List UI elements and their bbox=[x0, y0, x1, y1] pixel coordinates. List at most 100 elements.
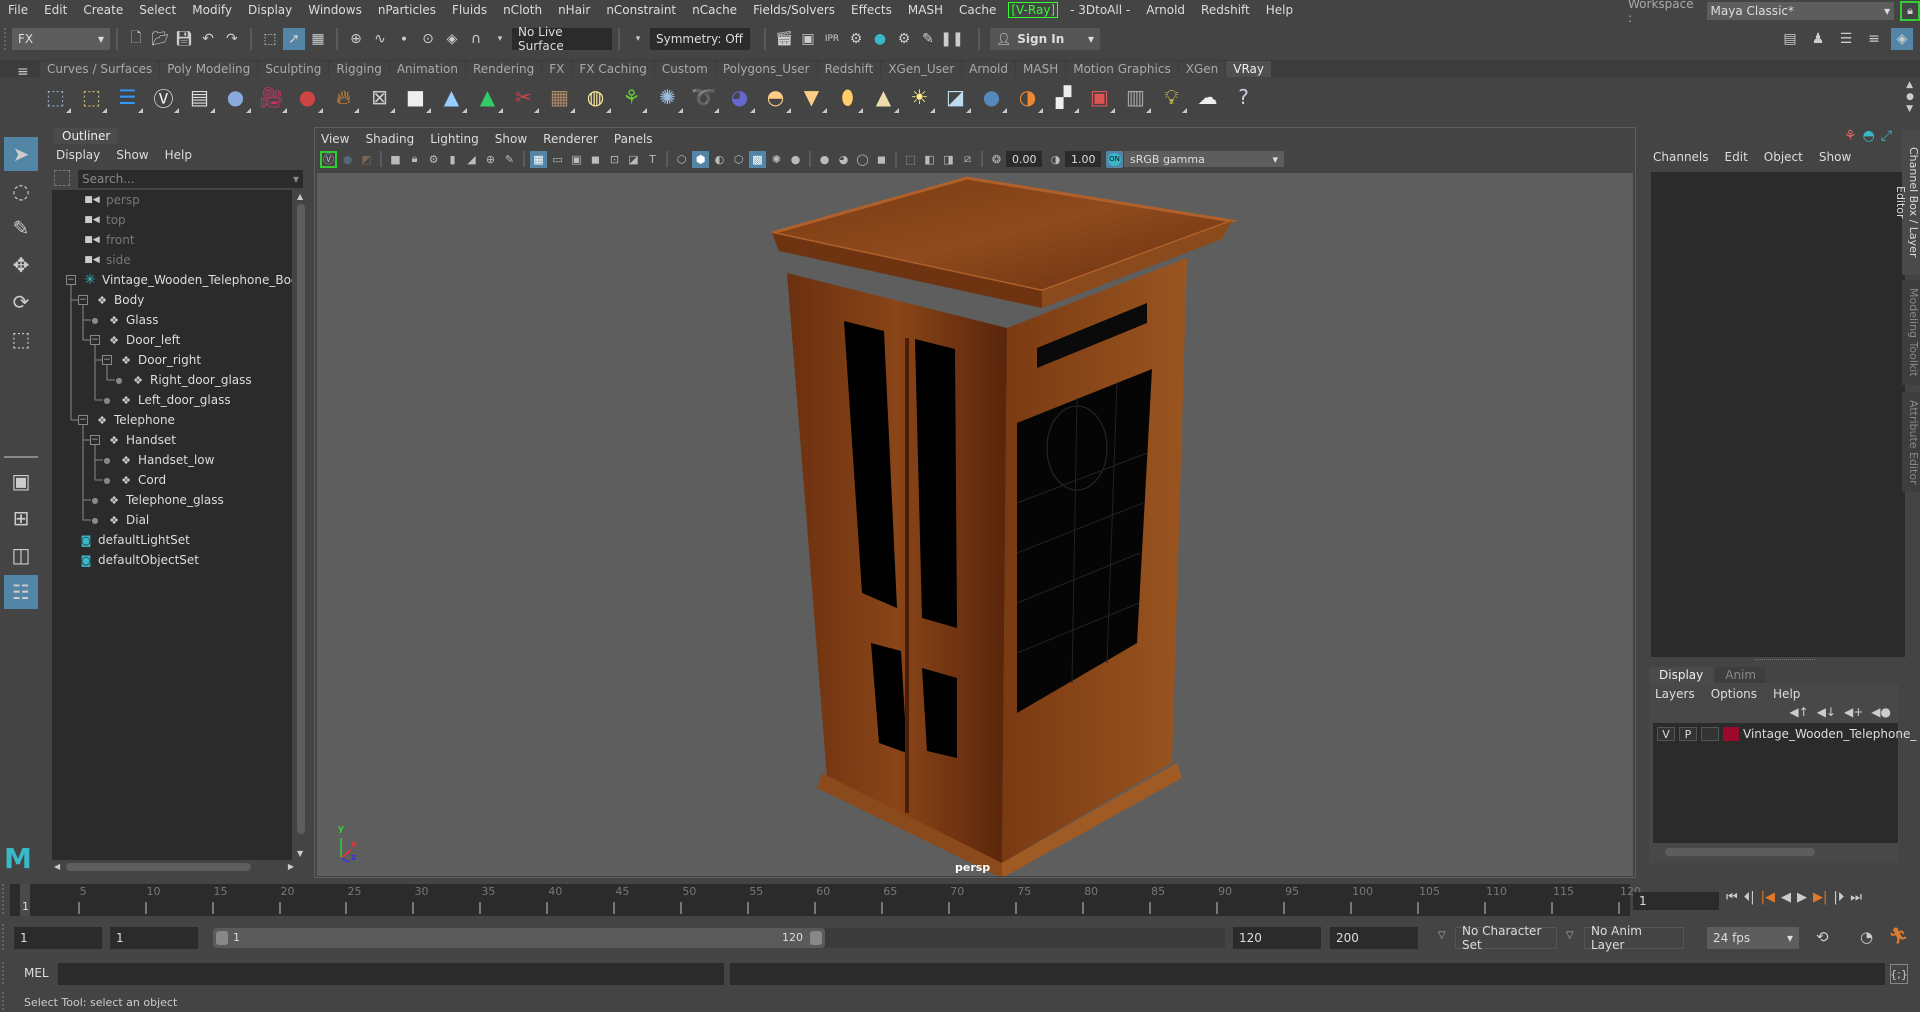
tab-attribute-editor[interactable]: Attribute Editor bbox=[1902, 392, 1920, 492]
vray-dome-light-icon[interactable]: ◍ bbox=[580, 82, 611, 113]
scroll-up-icon[interactable]: ▲ bbox=[1906, 79, 1914, 91]
shelf-tab-curves-surfaces[interactable]: Curves / Surfaces bbox=[40, 61, 160, 77]
shelf-tab-mash[interactable]: MASH bbox=[1016, 61, 1066, 77]
vray-plane-icon[interactable]: ◪ bbox=[940, 82, 971, 113]
sign-in-button[interactable]: 👤︎ Sign In ▾ bbox=[990, 28, 1100, 50]
safe-title-icon[interactable]: T bbox=[644, 151, 661, 168]
range-start-handle[interactable] bbox=[216, 931, 228, 945]
viewport-menu-view[interactable]: View bbox=[321, 132, 349, 146]
shelf-tab-polygons-user[interactable]: Polygons_User bbox=[715, 61, 817, 77]
toolbar-grip[interactable] bbox=[4, 28, 8, 50]
outliner-search-input[interactable]: Search... ▾ bbox=[78, 170, 303, 188]
scroll-thumb[interactable] bbox=[297, 204, 305, 834]
outliner-node[interactable]: ● ❖ Telephone_glass bbox=[90, 490, 224, 510]
outliner-node[interactable]: ■◀ front bbox=[82, 230, 134, 250]
viewport-menu-shading[interactable]: Shading bbox=[365, 132, 414, 146]
vray-rect-light-icon[interactable]: ◓ bbox=[760, 82, 791, 113]
menu-windows[interactable]: Windows bbox=[300, 3, 370, 17]
anim-layer-menu-icon[interactable]: ▽ bbox=[1566, 930, 1574, 941]
select-tool-icon[interactable]: ➤ bbox=[4, 137, 38, 171]
menu-select[interactable]: Select bbox=[131, 3, 184, 17]
layer-row[interactable]: V P Vintage_Wooden_Telephone_ bbox=[1657, 727, 1916, 741]
chevron-down-icon[interactable]: ▾ bbox=[293, 172, 299, 186]
xray-icon[interactable]: ◧ bbox=[921, 151, 938, 168]
paint-select-tool-icon[interactable]: ✎ bbox=[4, 211, 38, 245]
vray-fur-icon[interactable]: ✂ bbox=[508, 82, 539, 113]
viewport-menu-panels[interactable]: Panels bbox=[614, 132, 653, 146]
vray-list-icon[interactable]: ☰ bbox=[112, 82, 143, 113]
range-slider-bar[interactable]: 1 120 bbox=[213, 928, 825, 948]
current-frame-field[interactable]: 1 bbox=[1633, 892, 1719, 910]
tab-anim[interactable]: Anim bbox=[1715, 667, 1767, 683]
layer-playback-toggle[interactable]: P bbox=[1679, 727, 1697, 741]
lock-icon[interactable]: 🔒︎ bbox=[1900, 0, 1920, 21]
shelf-tab-redshift[interactable]: Redshift bbox=[817, 61, 881, 77]
range-end-handle[interactable] bbox=[810, 931, 822, 945]
outliner-node[interactable]: ◙ defaultObjectSet bbox=[78, 550, 199, 570]
channels-menu[interactable]: Channels bbox=[1653, 150, 1709, 164]
select-component-icon[interactable]: ▦ bbox=[307, 28, 329, 50]
chevron-down-icon[interactable]: ▾ bbox=[627, 28, 649, 50]
render-view-icon[interactable]: 🎬︎ bbox=[773, 28, 795, 50]
vray-mesh-light-icon[interactable]: ■ bbox=[400, 82, 431, 113]
step-back-frame-icon[interactable]: ⏴| bbox=[1744, 890, 1755, 905]
outliner-node[interactable]: ● ❖ Right_door_glass bbox=[114, 370, 252, 390]
shelf-tab-arnold[interactable]: Arnold bbox=[962, 61, 1016, 77]
anti-aliasing-icon[interactable]: ◯ bbox=[854, 151, 871, 168]
shelf-tab-poly-modeling[interactable]: Poly Modeling bbox=[160, 61, 258, 77]
safe-action-icon[interactable]: ◪ bbox=[625, 151, 642, 168]
scroll-up-icon[interactable]: ▲ bbox=[297, 192, 303, 201]
lock-camera-icon[interactable]: 🔒︎ bbox=[406, 151, 423, 168]
new-empty-layer-icon[interactable]: ◀+ bbox=[1844, 705, 1863, 719]
animation-end-field[interactable]: 200 bbox=[1330, 927, 1418, 949]
lasso-tool-icon[interactable]: ◌ bbox=[4, 174, 38, 208]
tab-display[interactable]: Display bbox=[1649, 667, 1714, 683]
vray-sphere-light-icon[interactable]: ◕ bbox=[724, 82, 755, 113]
vray-fire-icon[interactable]: 🔥︎ bbox=[328, 82, 359, 113]
shelf-tab-rendering[interactable]: Rendering bbox=[466, 61, 542, 77]
menu-display[interactable]: Display bbox=[240, 3, 300, 17]
scroll-down-icon[interactable]: ▼ bbox=[1906, 103, 1914, 115]
render-setup-icon[interactable]: ⚙ bbox=[893, 28, 915, 50]
animation-start-field[interactable]: 1 bbox=[14, 927, 102, 949]
snap-view-icon[interactable]: ⊙ bbox=[417, 28, 439, 50]
shelf-tab-fx[interactable]: FX bbox=[542, 61, 572, 77]
snap-curve-icon[interactable]: ∿ bbox=[369, 28, 391, 50]
tab-channel-box-layer-editor[interactable]: Channel Box / Layer Editor bbox=[1894, 130, 1920, 275]
outliner-node[interactable]: ● ❖ Left_door_glass bbox=[102, 390, 231, 410]
human-ik-icon[interactable]: ♟ bbox=[1807, 28, 1829, 50]
menu-effects[interactable]: Effects bbox=[843, 3, 900, 17]
command-language-toggle[interactable]: MEL bbox=[24, 966, 49, 980]
outliner-node[interactable]: − ❖ Telephone bbox=[78, 410, 175, 430]
go-to-start-icon[interactable]: ⏮ bbox=[1726, 890, 1738, 905]
menu-edit[interactable]: Edit bbox=[36, 3, 75, 17]
menu-ncloth[interactable]: nCloth bbox=[495, 3, 550, 17]
vray-scene-icon[interactable]: ▤ bbox=[184, 82, 215, 113]
modeling-toolkit-icon[interactable]: ▤ bbox=[1779, 28, 1801, 50]
shelf-tab-xgen[interactable]: XGen bbox=[1178, 61, 1226, 77]
help-line-grip[interactable] bbox=[2, 992, 6, 1010]
menu-nhair[interactable]: nHair bbox=[550, 3, 598, 17]
light-editor-icon[interactable]: ✎ bbox=[917, 28, 939, 50]
play-forwards-icon[interactable]: ▶ bbox=[1797, 890, 1807, 905]
new-layer-from-selected-icon[interactable]: ◀● bbox=[1871, 705, 1891, 719]
rotate-tool-icon[interactable]: ⟳ bbox=[4, 285, 38, 319]
hypershade-icon[interactable]: ● bbox=[869, 28, 891, 50]
filter-icon[interactable] bbox=[54, 170, 70, 186]
outliner-node[interactable]: ■◀ persp bbox=[82, 190, 140, 210]
persp-outliner-layout-icon[interactable]: ◫ bbox=[4, 538, 38, 572]
shelf-tab-rigging[interactable]: Rigging bbox=[329, 61, 389, 77]
vray-material-icon[interactable]: ● bbox=[220, 82, 251, 113]
menu-modify[interactable]: Modify bbox=[184, 3, 240, 17]
vray-camera-icon[interactable]: 🎥︎ bbox=[256, 82, 287, 113]
snap-grid-icon[interactable]: ⊕ bbox=[345, 28, 367, 50]
menu-cache[interactable]: Cache bbox=[951, 3, 1004, 17]
playback-start-field[interactable]: 1 bbox=[110, 927, 198, 949]
vray-displacement-icon[interactable]: ▲ bbox=[436, 82, 467, 113]
move-layer-down-icon[interactable]: ◀↓ bbox=[1817, 705, 1836, 719]
menu-redshift[interactable]: Redshift bbox=[1193, 3, 1258, 17]
vray-region-icon[interactable]: ◩ bbox=[358, 151, 375, 168]
default-material-icon[interactable]: ◐ bbox=[711, 151, 728, 168]
tool-settings-icon[interactable]: ≡ bbox=[1863, 28, 1885, 50]
ipr-render-icon[interactable]: IPR bbox=[821, 28, 843, 50]
